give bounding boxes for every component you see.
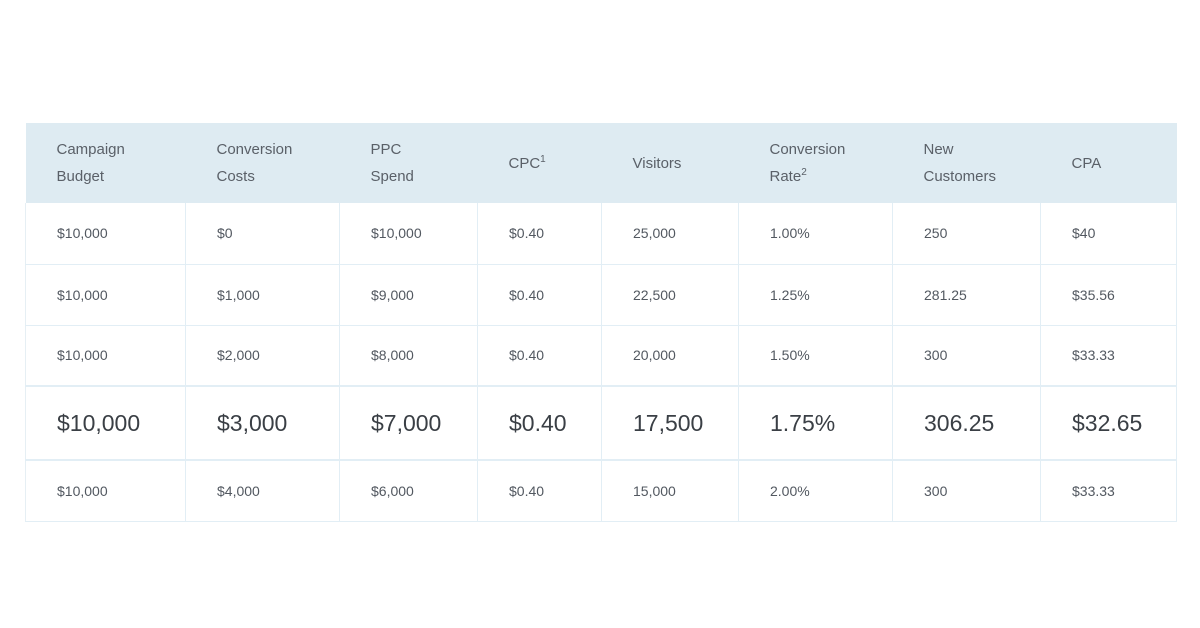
table-row: $10,000 $4,000 $6,000 $0.40 15,000 2.00%… bbox=[25, 460, 1177, 522]
header-label-line2: Budget bbox=[56, 168, 105, 185]
header-conversion-costs: Conversion Costs bbox=[185, 123, 340, 203]
cell-visitors: 15,000 bbox=[601, 460, 739, 522]
cell-visitors: 25,000 bbox=[601, 203, 739, 265]
footnote-marker: 1 bbox=[540, 153, 546, 165]
cell-cpc: $0.40 bbox=[477, 325, 602, 387]
cell-conversion-rate: 1.50% bbox=[738, 325, 893, 387]
cell-new-customers: 306.25 bbox=[892, 386, 1041, 461]
table-row-highlighted: $10,000 $3,000 $7,000 $0.40 17,500 1.75%… bbox=[25, 386, 1177, 461]
cell-new-customers: 300 bbox=[892, 325, 1041, 387]
header-label-line1: Visitors bbox=[632, 154, 682, 172]
cell-conversion-rate: 1.25% bbox=[738, 264, 893, 326]
cell-conversion-rate: 2.00% bbox=[738, 460, 893, 522]
cell-new-customers: 281.25 bbox=[892, 264, 1041, 326]
cell-new-customers: 300 bbox=[892, 460, 1041, 522]
cell-campaign-budget: $10,000 bbox=[25, 325, 186, 387]
cell-cpa: $40 bbox=[1040, 203, 1177, 265]
cell-cpc: $0.40 bbox=[477, 386, 602, 461]
header-row: Campaign Budget Conversion Costs PPC Spe… bbox=[25, 123, 1177, 203]
cell-conversion-costs: $4,000 bbox=[185, 460, 340, 522]
cell-new-customers: 250 bbox=[892, 203, 1041, 265]
header-label-line1: CPA bbox=[1071, 154, 1102, 172]
cell-cpc: $0.40 bbox=[477, 460, 602, 522]
cost-table-container: Campaign Budget Conversion Costs PPC Spe… bbox=[25, 123, 1177, 522]
cell-cpa: $35.56 bbox=[1040, 264, 1177, 326]
header-ppc-spend: PPC Spend bbox=[339, 123, 478, 203]
header-cpc: CPC1 bbox=[477, 123, 602, 203]
cell-ppc-spend: $9,000 bbox=[339, 264, 478, 326]
header-visitors: Visitors bbox=[601, 123, 739, 203]
cell-conversion-costs: $0 bbox=[185, 203, 340, 265]
cell-campaign-budget: $10,000 bbox=[25, 460, 186, 522]
campaign-cost-table: Campaign Budget Conversion Costs PPC Spe… bbox=[25, 123, 1177, 522]
header-label-line1: Campaign bbox=[56, 141, 125, 158]
cell-visitors: 17,500 bbox=[601, 386, 739, 461]
header-conversion-rate: Conversion Rate2 bbox=[738, 123, 893, 203]
table-header: Campaign Budget Conversion Costs PPC Spe… bbox=[25, 123, 1177, 203]
cell-ppc-spend: $6,000 bbox=[339, 460, 478, 522]
cell-cpc: $0.40 bbox=[477, 264, 602, 326]
cell-conversion-costs: $1,000 bbox=[185, 264, 340, 326]
cell-campaign-budget: $10,000 bbox=[25, 264, 186, 326]
header-campaign-budget: Campaign Budget bbox=[25, 123, 186, 203]
header-label-line1: PPC bbox=[370, 141, 402, 158]
cell-visitors: 20,000 bbox=[601, 325, 739, 387]
header-label-line2: Customers bbox=[923, 168, 997, 185]
cell-cpc: $0.40 bbox=[477, 203, 602, 265]
cell-campaign-budget: $10,000 bbox=[25, 386, 186, 461]
cell-ppc-spend: $8,000 bbox=[339, 325, 478, 387]
cell-conversion-costs: $2,000 bbox=[185, 325, 340, 387]
cell-cpa: $33.33 bbox=[1040, 460, 1177, 522]
cell-cpa: $33.33 bbox=[1040, 325, 1177, 387]
table-row: $10,000 $0 $10,000 $0.40 25,000 1.00% 25… bbox=[25, 203, 1177, 265]
header-label-line2: Rate bbox=[769, 168, 802, 185]
header-cpa: CPA bbox=[1040, 123, 1177, 203]
cell-campaign-budget: $10,000 bbox=[25, 203, 186, 265]
header-label-line1: CPC bbox=[508, 154, 541, 172]
header-label-line1: Conversion bbox=[216, 141, 293, 158]
header-label-line1: Conversion bbox=[769, 141, 846, 158]
cell-cpa: $32.65 bbox=[1040, 386, 1177, 461]
cell-conversion-costs: $3,000 bbox=[185, 386, 340, 461]
cell-conversion-rate: 1.00% bbox=[738, 203, 893, 265]
table-row: $10,000 $2,000 $8,000 $0.40 20,000 1.50%… bbox=[25, 325, 1177, 387]
header-label-line2: Costs bbox=[216, 168, 255, 185]
footnote-marker: 2 bbox=[801, 167, 807, 178]
cell-conversion-rate: 1.75% bbox=[738, 386, 893, 461]
cell-ppc-spend: $10,000 bbox=[339, 203, 478, 265]
header-label-line1: New bbox=[923, 141, 954, 158]
cell-visitors: 22,500 bbox=[601, 264, 739, 326]
header-new-customers: New Customers bbox=[892, 123, 1041, 203]
cell-ppc-spend: $7,000 bbox=[339, 386, 478, 461]
table-body: $10,000 $0 $10,000 $0.40 25,000 1.00% 25… bbox=[25, 203, 1177, 522]
header-label-line2: Spend bbox=[370, 168, 414, 185]
table-row: $10,000 $1,000 $9,000 $0.40 22,500 1.25%… bbox=[25, 264, 1177, 326]
